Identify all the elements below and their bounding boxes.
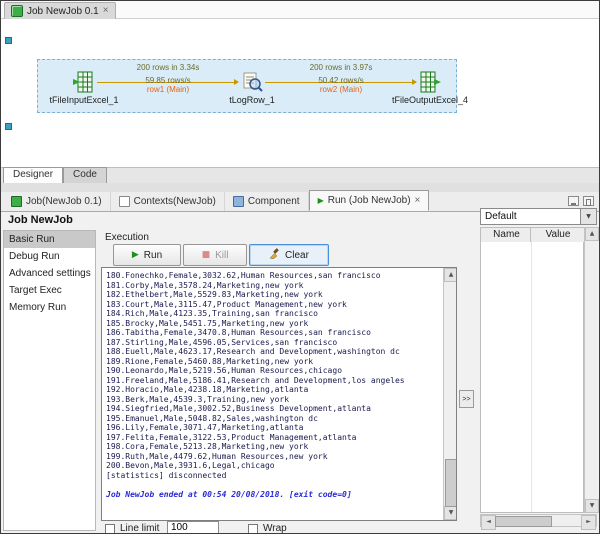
palette-marker-icon[interactable] — [5, 37, 12, 44]
wrap-label: Wrap — [263, 523, 287, 534]
component-tab-icon — [232, 196, 244, 207]
scroll-right-icon[interactable]: ► — [581, 515, 596, 530]
clear-icon — [269, 248, 280, 262]
nav-item-debug-run[interactable]: Debug Run — [4, 248, 95, 265]
tab-contexts[interactable]: Contexts(NewJob) — [111, 192, 225, 211]
play-icon: ▶ — [131, 250, 139, 260]
close-icon[interactable]: × — [415, 195, 421, 206]
row1-rate: 59.85 rows/s — [145, 76, 191, 85]
context-preset-dropdown[interactable]: Default ▼ — [480, 208, 597, 225]
run-button[interactable]: ▶ Run — [113, 244, 181, 266]
component-label[interactable]: tFileOutputExcel_4 — [380, 95, 480, 105]
tab-label: Component — [247, 196, 300, 207]
context-vertical-scrollbar[interactable]: ▲ ▼ — [584, 227, 599, 513]
expand-panel-button[interactable]: >> — [459, 390, 474, 408]
scroll-down-icon[interactable]: ▼ — [444, 506, 456, 520]
kill-button[interactable]: ■ Kill — [183, 244, 247, 266]
scroll-left-icon[interactable]: ◄ — [481, 515, 496, 530]
nav-item-basic-run[interactable]: Basic Run — [4, 231, 95, 248]
contexts-tab-icon — [118, 196, 130, 207]
tab-label: Job(NewJob 0.1) — [26, 196, 102, 207]
maximize-panel-icon[interactable] — [583, 196, 594, 206]
nav-item-advanced-settings[interactable]: Advanced settings — [4, 265, 95, 282]
execution-console[interactable]: 180.Fonechko,Female,3032.62,Human Resour… — [101, 267, 457, 521]
line-limit-input[interactable] — [167, 521, 219, 533]
context-horizontal-scrollbar[interactable]: ◄ ► — [480, 514, 597, 530]
nav-item-target-exec[interactable]: Target Exec — [4, 282, 95, 299]
nav-item-memory-run[interactable]: Memory Run — [4, 299, 95, 316]
execution-label: Execution — [105, 232, 149, 243]
scroll-up-icon[interactable]: ▲ — [585, 227, 599, 241]
clear-button[interactable]: Clear — [249, 244, 329, 266]
row1-stats: 200 rows in 3.34s — [136, 63, 200, 72]
column-divider — [531, 242, 532, 512]
console-scrollbar[interactable]: ▲ ▼ — [443, 268, 456, 520]
scroll-down-icon[interactable]: ▼ — [585, 499, 599, 513]
design-canvas[interactable]: 200 rows in 3.34s 59.85 rows/s row1 (Mai… — [1, 19, 599, 167]
job-tab-icon — [11, 196, 22, 207]
row2-rate: 50.42 rows/s — [318, 76, 364, 85]
row2-label[interactable]: row2 (Main) — [266, 85, 416, 94]
tab-component[interactable]: Component — [225, 192, 309, 211]
view-tabbar: Designer Code — [1, 167, 599, 183]
row2-stats: 200 rows in 3.97s — [309, 63, 373, 72]
talend-studio-window: Job NewJob 0.1 × 200 rows in 3.34s 59.85… — [0, 0, 600, 534]
dropdown-value: Default — [485, 211, 517, 222]
component-label[interactable]: tFileInputExcel_1 — [34, 95, 134, 105]
tlogrow-component-icon[interactable] — [241, 71, 263, 93]
run-tab-icon: ▶ — [317, 196, 324, 205]
minimize-panel-icon[interactable] — [568, 196, 579, 206]
palette-marker-icon[interactable] — [5, 123, 12, 130]
chevron-down-icon[interactable]: ▼ — [580, 209, 596, 224]
close-icon[interactable]: × — [103, 6, 109, 16]
run-nav: Basic Run Debug Run Advanced settings Ta… — [3, 230, 96, 531]
wrap-checkbox[interactable] — [248, 524, 258, 533]
panel-sash[interactable] — [1, 183, 599, 192]
context-table-body[interactable] — [480, 242, 584, 513]
tfileoutputexcel-component-icon[interactable] — [419, 71, 441, 93]
job-icon — [11, 5, 23, 17]
tab-code[interactable]: Code — [63, 167, 107, 183]
line-limit-label: Line limit — [120, 523, 160, 534]
tab-label: Contexts(NewJob) — [133, 196, 216, 207]
page-title: Job NewJob — [8, 214, 73, 226]
editor-tab-job-newjob[interactable]: Job NewJob 0.1 × — [4, 2, 116, 19]
tab-label: Run (Job NewJob) — [327, 195, 411, 206]
tfileinputexcel-component-icon[interactable] — [73, 71, 95, 93]
scroll-up-icon[interactable]: ▲ — [444, 268, 456, 282]
row1-label[interactable]: row1 (Main) — [98, 85, 238, 94]
component-label[interactable]: tLogRow_1 — [212, 95, 292, 105]
stop-icon: ■ — [201, 250, 211, 260]
line-limit-checkbox[interactable] — [105, 524, 115, 533]
tab-job[interactable]: Job(NewJob 0.1) — [3, 192, 111, 211]
editor-tab-label: Job NewJob 0.1 — [27, 5, 99, 17]
tab-designer[interactable]: Designer — [3, 167, 64, 183]
console-output: 180.Fonechko,Female,3032.62,Human Resour… — [106, 271, 405, 480]
editor-tabbar: Job NewJob 0.1 × — [1, 1, 599, 19]
console-scrollbar-thumb[interactable] — [445, 459, 456, 507]
job-ended-message: Job NewJob ended at 00:54 20/08/2018. [e… — [106, 490, 352, 499]
hscroll-thumb[interactable] — [495, 516, 552, 527]
tab-run[interactable]: ▶ Run (Job NewJob) × — [308, 190, 430, 211]
